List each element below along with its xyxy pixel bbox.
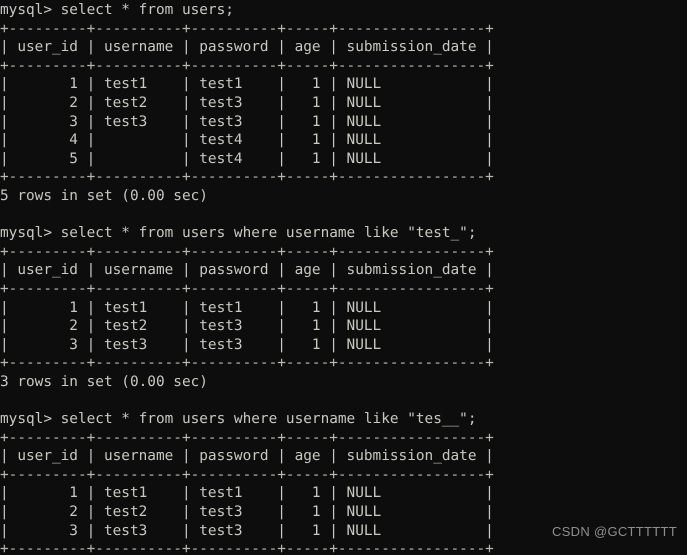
table-rule: +---------+----------+----------+-----+-…	[0, 466, 494, 483]
console-line: | 5 | | test4 | 1 | NULL |	[0, 150, 494, 167]
table-rule: +---------+----------+----------+-----+-…	[0, 57, 494, 74]
console-line: | 4 | | test4 | 1 | NULL |	[0, 132, 494, 149]
console-line: | 1 | test1 | test1 | 1 | NULL |	[0, 485, 494, 502]
console-line: | user_id | username | password | age | …	[0, 448, 494, 465]
table-rule: +---------+----------+----------+-----+-…	[0, 243, 494, 260]
terminal-screen: mysql> select * from users; +---------+--…	[0, 0, 687, 555]
console-line: 5 rows in set (0.00 sec)	[0, 187, 208, 204]
console-line: | 1 | test1 | test1 | 1 | NULL |	[0, 299, 494, 316]
table-rule: +---------+----------+----------+-----+-…	[0, 280, 494, 297]
console-line: 3 rows in set (0.00 sec)	[0, 373, 208, 390]
watermark-label: CSDN @GCTTTTTT	[552, 524, 677, 539]
console-line: | 3 | test3 | test3 | 1 | NULL |	[0, 113, 494, 130]
console-line: | 1 | test1 | test1 | 1 | NULL |	[0, 76, 494, 93]
table-rule: +---------+----------+----------+-----+-…	[0, 355, 494, 372]
console-line: | 3 | test3 | test3 | 1 | NULL |	[0, 336, 494, 353]
console-line: | user_id | username | password | age | …	[0, 39, 494, 56]
console-line: mysql> select * from users where usernam…	[0, 225, 477, 242]
table-rule: +---------+----------+----------+-----+-…	[0, 20, 494, 37]
console-line: | 2 | test2 | test3 | 1 | NULL |	[0, 318, 494, 335]
console-line: mysql> select * from users;	[0, 2, 234, 18]
table-rule: +---------+----------+----------+-----+-…	[0, 541, 494, 555]
console-line: | 2 | test2 | test3 | 1 | NULL |	[0, 94, 494, 111]
console-output[interactable]: mysql> select * from users; +---------+--…	[0, 0, 687, 555]
table-rule: +---------+----------+----------+-----+-…	[0, 429, 494, 446]
console-line: | 2 | test2 | test3 | 1 | NULL |	[0, 504, 494, 521]
console-line: mysql> select * from users where usernam…	[0, 411, 477, 428]
console-line: | user_id | username | password | age | …	[0, 262, 494, 279]
table-rule: +---------+----------+----------+-----+-…	[0, 169, 494, 186]
